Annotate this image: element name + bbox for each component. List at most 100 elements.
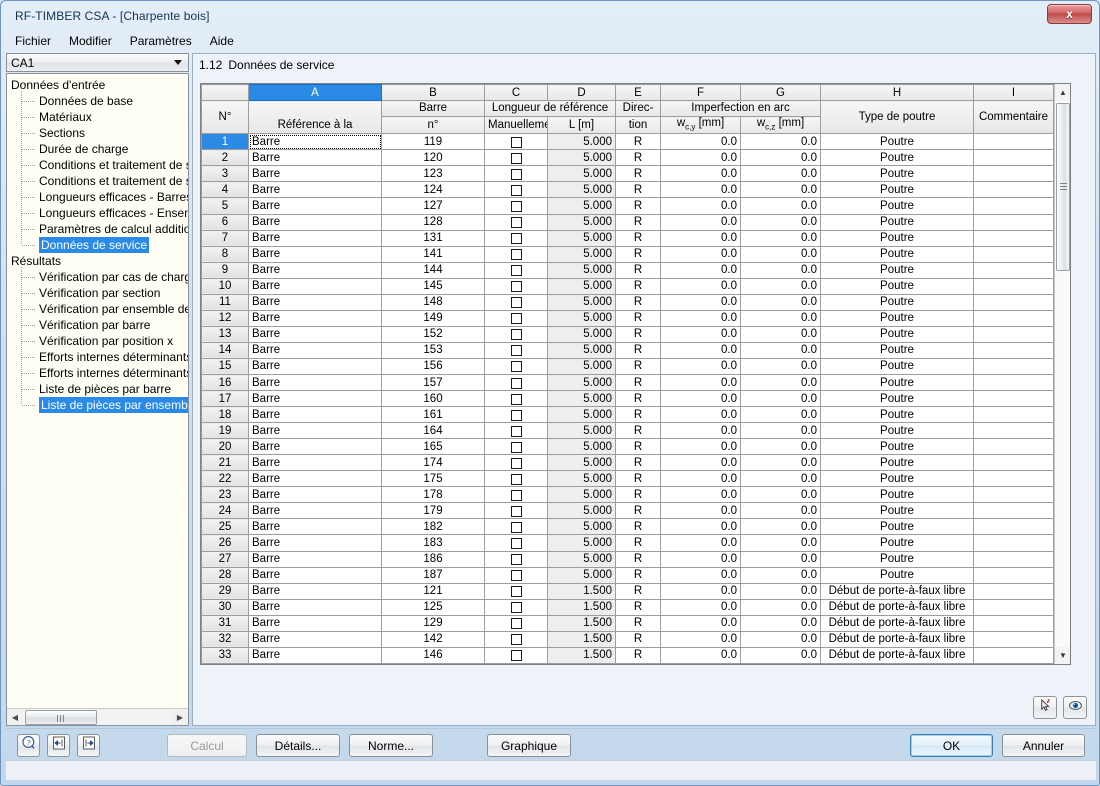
row-number-cell[interactable]: 18 — [201, 406, 249, 424]
checkbox-icon[interactable] — [510, 152, 522, 164]
direction-cell[interactable]: R — [615, 197, 661, 215]
tree-item-15[interactable]: Vérification par barre — [9, 315, 188, 335]
table-row[interactable]: 12 Barre 149 5.000 R 0.0 0.0 Poutre — [201, 309, 1054, 327]
length-cell[interactable]: 5.000 — [547, 566, 616, 584]
wcz-cell[interactable]: 0.0 — [740, 518, 821, 536]
row-number-cell[interactable]: 1 — [201, 133, 249, 151]
column-header-G[interactable]: G — [740, 84, 821, 101]
checkbox-icon[interactable] — [510, 586, 522, 598]
table-row[interactable]: 32 Barre 142 1.500 R 0.0 0.0 Début de porte-à-f… — [201, 630, 1054, 648]
tree-item-8[interactable]: Longueurs efficaces - Ensemble — [9, 203, 188, 223]
manual-length-checkbox-cell[interactable] — [484, 630, 548, 648]
checkbox-icon[interactable] — [510, 409, 522, 421]
beam-type-cell[interactable]: Poutre — [820, 149, 974, 167]
direction-cell[interactable]: R — [615, 341, 661, 359]
wcy-cell[interactable]: 0.0 — [660, 518, 741, 536]
beam-type-cell[interactable]: Poutre — [820, 181, 974, 199]
row-number-cell[interactable]: 10 — [201, 277, 249, 295]
beam-type-cell[interactable]: Début de porte-à-faux libre — [820, 582, 974, 600]
comment-cell[interactable] — [973, 325, 1054, 343]
wcz-cell[interactable]: 0.0 — [740, 614, 821, 632]
row-number-cell[interactable]: 31 — [201, 614, 249, 632]
comment-cell[interactable] — [973, 293, 1054, 311]
reference-cell[interactable]: Barre — [248, 149, 382, 167]
direction-cell[interactable]: R — [615, 357, 661, 376]
beam-type-cell[interactable]: Poutre — [820, 229, 974, 247]
comment-cell[interactable] — [973, 438, 1054, 456]
tree-item-4[interactable]: Durée de charge — [9, 139, 188, 159]
manual-length-checkbox-cell[interactable] — [484, 309, 548, 327]
comment-cell[interactable] — [973, 165, 1054, 183]
wcz-cell[interactable]: 0.0 — [740, 566, 821, 584]
barre-number-cell[interactable]: 160 — [381, 390, 485, 408]
barre-number-cell[interactable]: 178 — [381, 486, 485, 504]
checkbox-icon[interactable] — [510, 249, 522, 261]
wcz-cell[interactable]: 0.0 — [740, 390, 821, 408]
barre-number-cell[interactable]: 127 — [381, 197, 485, 215]
manual-length-checkbox-cell[interactable] — [484, 293, 548, 311]
manual-length-checkbox-cell[interactable] — [484, 165, 548, 183]
beam-type-cell[interactable]: Poutre — [820, 165, 974, 183]
row-number-cell[interactable]: 6 — [201, 213, 249, 231]
row-number-cell[interactable]: 32 — [201, 630, 249, 648]
direction-cell[interactable]: R — [615, 630, 661, 648]
reference-cell[interactable]: Barre — [248, 165, 382, 183]
wcz-cell[interactable]: 0.0 — [740, 229, 821, 247]
direction-cell[interactable]: R — [615, 165, 661, 183]
beam-type-cell[interactable]: Début de porte-à-faux libre — [820, 614, 974, 632]
wcy-cell[interactable]: 0.0 — [660, 422, 741, 440]
direction-cell[interactable]: R — [615, 373, 661, 392]
comment-cell[interactable] — [973, 582, 1054, 600]
direction-cell[interactable]: R — [615, 261, 661, 279]
row-number-cell[interactable]: 23 — [201, 486, 249, 504]
navigator-tree[interactable]: Données d'entrée Données de base Matériaux… — [7, 74, 188, 708]
direction-cell[interactable]: R — [615, 406, 661, 424]
reference-cell[interactable]: Barre — [248, 213, 382, 231]
comment-cell[interactable] — [973, 518, 1054, 536]
row-number-cell[interactable]: 4 — [201, 181, 249, 199]
beam-type-cell[interactable]: Poutre — [820, 245, 974, 263]
length-cell[interactable]: 5.000 — [547, 550, 616, 568]
row-number-cell[interactable]: 2 — [201, 149, 249, 167]
barre-number-cell[interactable]: 149 — [381, 309, 485, 327]
help-button[interactable]: ? — [17, 734, 40, 757]
row-number-cell[interactable]: 3 — [201, 165, 249, 183]
tree-item-7[interactable]: Longueurs efficaces - Barres — [9, 187, 188, 207]
reference-cell[interactable]: Barre — [248, 470, 382, 488]
wcy-cell[interactable]: 0.0 — [660, 614, 741, 632]
direction-cell[interactable]: R — [615, 454, 661, 472]
beam-type-cell[interactable]: Poutre — [820, 566, 974, 584]
direction-cell[interactable]: R — [615, 277, 661, 295]
checkbox-icon[interactable] — [510, 457, 522, 469]
row-number-cell[interactable]: 29 — [201, 582, 249, 600]
barre-number-cell[interactable]: 142 — [381, 630, 485, 648]
tree-item-20[interactable]: Liste de pièces par ensemble de — [9, 395, 188, 413]
barre-number-cell[interactable]: 124 — [381, 181, 485, 199]
wcz-cell[interactable]: 0.0 — [740, 149, 821, 167]
table-row[interactable]: 23 Barre 178 5.000 R 0.0 0.0 Poutre — [201, 486, 1054, 504]
load-case-combo[interactable]: CA1 — [6, 53, 189, 72]
scroll-left-icon[interactable]: ◀ — [7, 709, 23, 725]
wcy-cell[interactable]: 0.0 — [660, 277, 741, 295]
checkbox-icon[interactable] — [510, 393, 522, 405]
checkbox-icon[interactable] — [510, 473, 522, 485]
length-cell[interactable]: 5.000 — [547, 518, 616, 536]
direction-cell[interactable]: R — [615, 133, 661, 151]
table-row[interactable]: 29 Barre 121 1.500 R 0.0 0.0 Début de porte-à-f… — [201, 582, 1054, 600]
wcz-cell[interactable]: 0.0 — [740, 213, 821, 231]
pick-in-model-button[interactable] — [1033, 696, 1057, 719]
table-row[interactable]: 2 Barre 120 5.000 R 0.0 0.0 Poutre — [201, 149, 1054, 167]
barre-number-cell[interactable]: 187 — [381, 566, 485, 584]
manual-length-checkbox-cell[interactable] — [484, 325, 548, 343]
table-row[interactable]: 9 Barre 144 5.000 R 0.0 0.0 Poutre — [201, 261, 1054, 279]
wcz-cell[interactable]: 0.0 — [740, 277, 821, 295]
manual-length-checkbox-cell[interactable] — [484, 261, 548, 279]
table-row[interactable]: 26 Barre 183 5.000 R 0.0 0.0 Poutre — [201, 534, 1054, 552]
length-cell[interactable]: 1.500 — [547, 582, 616, 600]
tree-item-18[interactable]: Efforts internes déterminants p — [9, 363, 188, 383]
row-number-cell[interactable]: 17 — [201, 390, 249, 408]
barre-number-cell[interactable]: 179 — [381, 502, 485, 520]
wcy-cell[interactable]: 0.0 — [660, 245, 741, 263]
length-cell[interactable]: 1.500 — [547, 614, 616, 632]
table-row[interactable]: 17 Barre 160 5.000 R 0.0 0.0 Poutre — [201, 390, 1054, 408]
